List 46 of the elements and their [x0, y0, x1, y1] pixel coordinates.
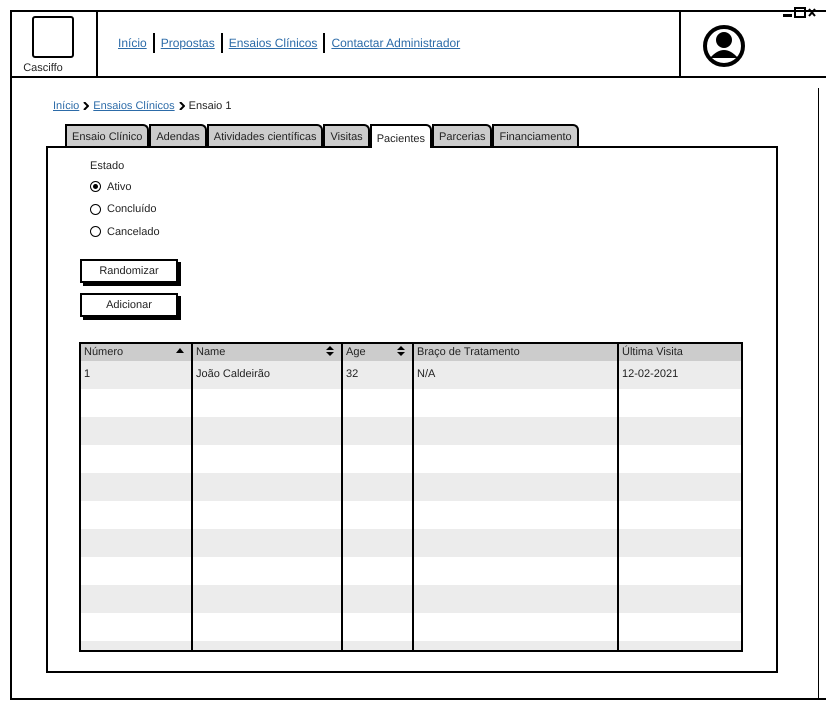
table-cell: 12-02-2021 — [618, 360, 741, 388]
radio-button[interactable] — [90, 204, 101, 215]
table-cell — [342, 416, 413, 444]
user-avatar-icon — [702, 24, 746, 68]
radio-button[interactable] — [90, 226, 101, 238]
table-cell — [342, 528, 413, 556]
breadcrumb-link[interactable]: Ensaios Clínicos — [93, 98, 175, 114]
tab[interactable]: Parcerias — [432, 124, 492, 146]
chevron-icon — [83, 102, 90, 110]
tab[interactable]: Ensaio Clínico — [65, 124, 150, 146]
table-cell: 1 — [81, 360, 192, 388]
tab[interactable]: Atividades científicas — [206, 124, 324, 146]
table-cell — [342, 444, 413, 472]
table-cell — [342, 388, 413, 416]
action-button[interactable]: Adicionar — [80, 293, 178, 317]
sort-icon[interactable] — [325, 346, 335, 356]
breadcrumb-link[interactable]: Início — [53, 98, 80, 114]
nav-link[interactable]: Ensaios Clínicos — [228, 34, 318, 52]
table-cell — [342, 556, 413, 584]
logo-label: Casciffo — [23, 60, 63, 76]
sort-up-icon[interactable] — [175, 346, 185, 356]
table-cell — [342, 612, 413, 640]
status-label: Estado — [90, 159, 126, 174]
nav-link[interactable]: Início — [118, 34, 147, 52]
column-header[interactable]: Name — [196, 346, 226, 358]
breadcrumb-current: Ensaio 1 — [188, 99, 232, 114]
table-cell: 32 — [342, 360, 413, 388]
nav-link[interactable]: Contactar Administrador — [331, 34, 460, 52]
sort-icon[interactable] — [396, 346, 406, 356]
table-cell: N/A — [413, 360, 618, 388]
action-button[interactable]: Randomizar — [80, 259, 178, 283]
radio-label: Cancelado — [107, 224, 160, 240]
table-cell — [342, 500, 413, 528]
radio-button[interactable] — [90, 181, 101, 192]
table-cell — [342, 584, 413, 612]
tab[interactable]: Financiamento — [492, 124, 579, 146]
tab[interactable]: Pacientes — [370, 124, 432, 148]
table-cell — [342, 472, 413, 500]
logo-placeholder-icon — [32, 16, 74, 58]
tab[interactable]: Visitas — [323, 124, 370, 146]
nav-link[interactable]: Propostas — [160, 34, 215, 52]
tab[interactable]: Adendas — [149, 124, 207, 146]
chevron-icon — [178, 102, 185, 110]
radio-label: Ativo — [107, 180, 132, 194]
table-cell: João Caldeirão — [192, 360, 342, 388]
radio-label: Concluído — [107, 202, 157, 217]
